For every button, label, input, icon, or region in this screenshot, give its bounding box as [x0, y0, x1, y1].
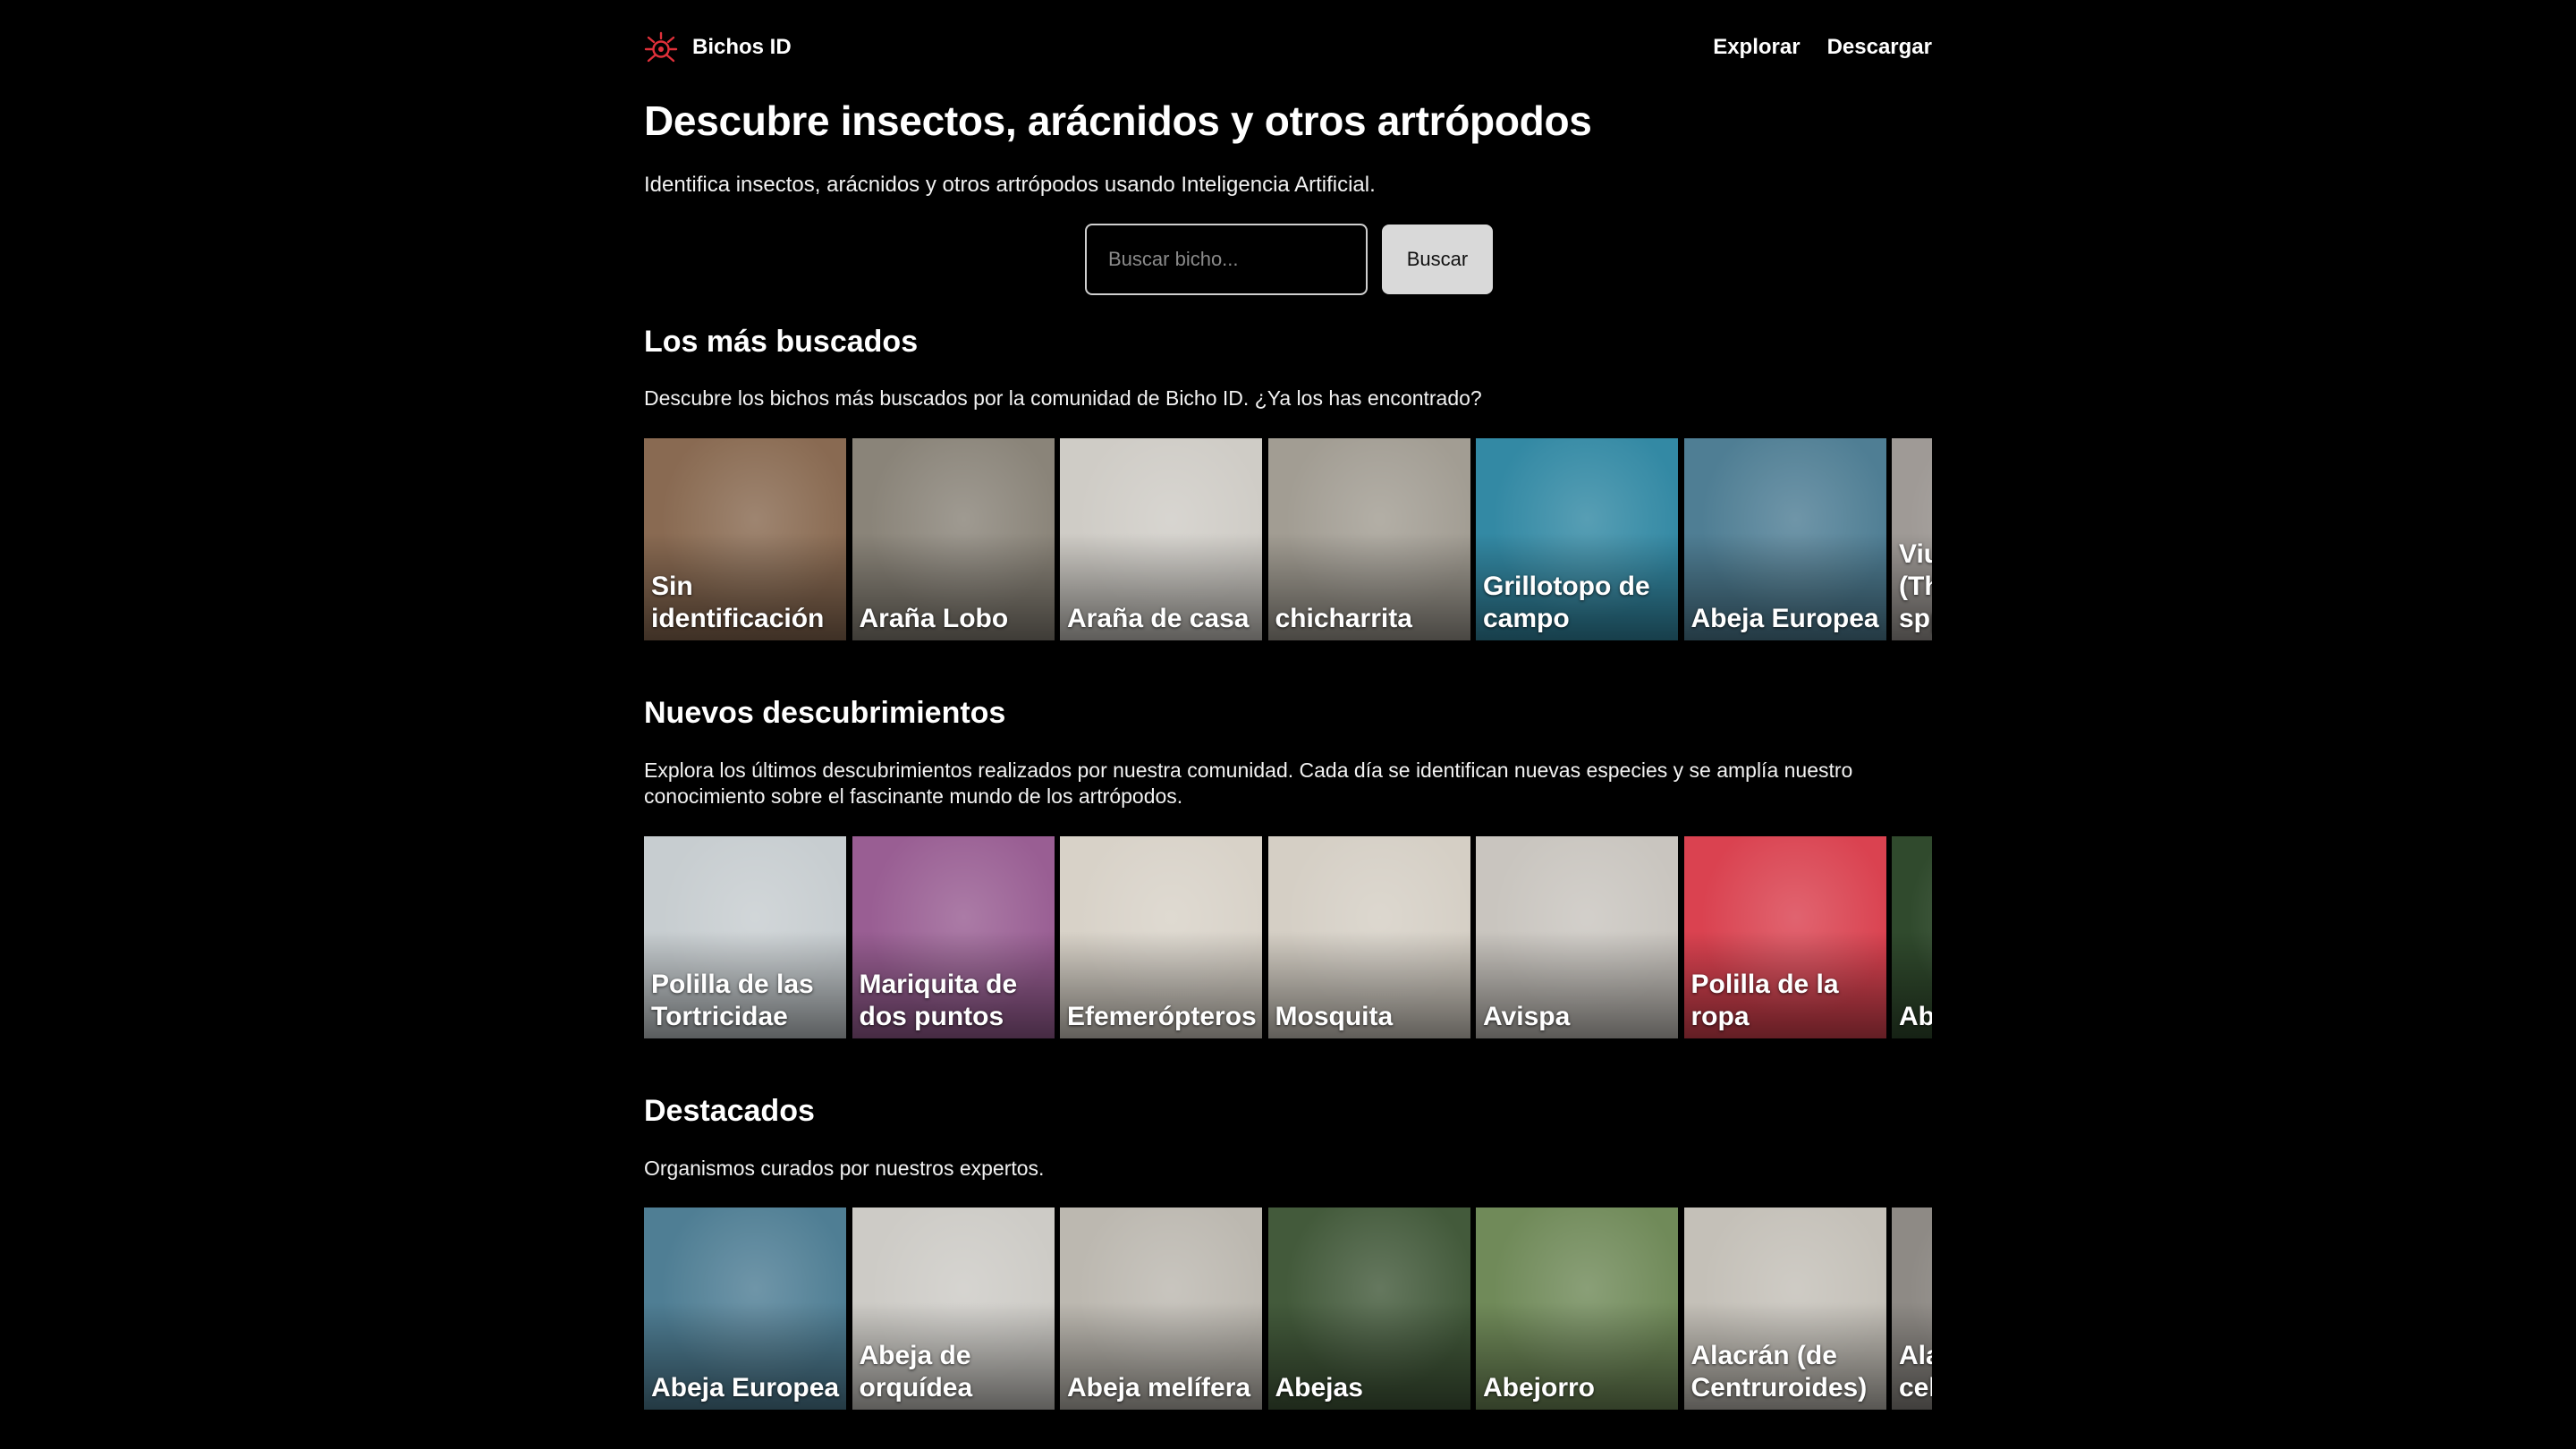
bug-logo-icon	[644, 31, 678, 63]
species-card[interactable]: Abeja de orquídea	[852, 1208, 1055, 1410]
species-name: Abeja Europea	[651, 1373, 840, 1402]
species-name: Alacrán de celda	[1899, 1341, 1932, 1402]
search-input[interactable]	[1085, 224, 1368, 295]
species-name: Abeja melífera	[1067, 1373, 1251, 1402]
species-name: Abejorro	[1483, 1373, 1596, 1402]
species-name: Polilla de la ropa	[1690, 970, 1839, 1031]
section-desc-destacados: Organismos curados por nuestros expertos…	[644, 1157, 1045, 1180]
species-card[interactable]: Efemerópteros	[1060, 836, 1262, 1038]
nav-link-explorar[interactable]: Explorar	[1713, 35, 1800, 60]
species-name: Abeja de orquídea	[859, 1341, 973, 1402]
species-card[interactable]: Abejas	[1267, 1208, 1470, 1410]
card-row-destacados: Abeja Europea Abeja de orquídea Abeja melí…	[644, 1208, 1932, 1410]
navbar: Bichos ID Explorar Descargar	[644, 25, 1932, 70]
search-button[interactable]: Buscar	[1382, 225, 1493, 294]
nav-link-descargar[interactable]: Descargar	[1827, 35, 1932, 60]
page-subtitle: Identifica insectos, arácnidos y otros a…	[644, 173, 1376, 197]
section-desc-nuevos-descubrimientos: Explora los últimos descubrimientos real…	[644, 758, 1853, 808]
species-card[interactable]: Araña Lobo	[852, 438, 1055, 640]
brand[interactable]: Bichos ID	[644, 30, 792, 64]
species-name: Mosquita	[1275, 1002, 1394, 1031]
species-card[interactable]: Abeja Europea	[644, 1208, 846, 1410]
species-card[interactable]: Abeja	[1892, 836, 1932, 1038]
species-name: Efemerópteros	[1067, 1002, 1257, 1031]
species-name: Avispa	[1483, 1002, 1571, 1031]
species-name: Abejas	[1275, 1373, 1363, 1402]
species-name: Abeja Europea	[1690, 604, 1879, 633]
section-desc-mas-buscados: Descubre los bichos más buscados por la …	[644, 386, 1482, 410]
species-name: Mariquita de dos puntos	[859, 970, 1018, 1031]
nav-links: Explorar Descargar	[1713, 35, 1932, 60]
species-name: Araña Lobo	[859, 604, 1009, 633]
species-card[interactable]: Araña de casa	[1060, 438, 1262, 640]
species-card[interactable]: Mariquita de dos puntos	[852, 836, 1055, 1038]
search-form: Buscar	[1085, 224, 1493, 295]
species-card[interactable]: Alacrán de celda	[1892, 1208, 1932, 1410]
species-name: Viuda negra (Theridiidae spp.)	[1899, 539, 1932, 633]
species-card[interactable]: Alacrán (de Centruroides)	[1683, 1208, 1886, 1410]
card-row-nuevos-descubrimientos: Polilla de las Tortricidae Mariquita de d…	[644, 836, 1932, 1038]
species-card[interactable]: Polilla de las Tortricidae	[644, 836, 846, 1038]
species-card[interactable]: chicharrita	[1267, 438, 1470, 640]
species-name: Sin identificación	[651, 572, 825, 633]
species-name: Abeja	[1899, 1002, 1932, 1031]
brand-name: Bichos ID	[692, 35, 792, 59]
species-card[interactable]: Viuda negra (Theridiidae spp.)	[1892, 438, 1932, 640]
species-card[interactable]: Abeja melífera	[1060, 1208, 1262, 1410]
section-title-mas-buscados: Los más buscados	[644, 325, 919, 359]
species-name: Araña de casa	[1067, 604, 1250, 633]
species-card[interactable]: Grillotopo de campo	[1476, 438, 1678, 640]
species-card[interactable]: Polilla de la ropa	[1683, 836, 1886, 1038]
section-title-destacados: Destacados	[644, 1094, 815, 1128]
species-name: Polilla de las Tortricidae	[651, 970, 814, 1031]
page-title: Descubre insectos, arácnidos y otros art…	[644, 97, 1592, 144]
species-card[interactable]: Abeja Europea	[1683, 438, 1886, 640]
species-card[interactable]: Abejorro	[1476, 1208, 1678, 1410]
section-title-nuevos-descubrimientos: Nuevos descubrimientos	[644, 696, 1006, 730]
species-name: Grillotopo de campo	[1483, 572, 1650, 633]
species-name: chicharrita	[1275, 604, 1412, 633]
species-card[interactable]: Sin identificación	[644, 438, 846, 640]
card-row-mas-buscados: Sin identificación Araña Lobo Araña de cas…	[644, 438, 1932, 640]
species-card[interactable]: Avispa	[1476, 836, 1678, 1038]
species-name: Alacrán (de Centruroides)	[1690, 1341, 1868, 1402]
species-card[interactable]: Mosquita	[1267, 836, 1470, 1038]
